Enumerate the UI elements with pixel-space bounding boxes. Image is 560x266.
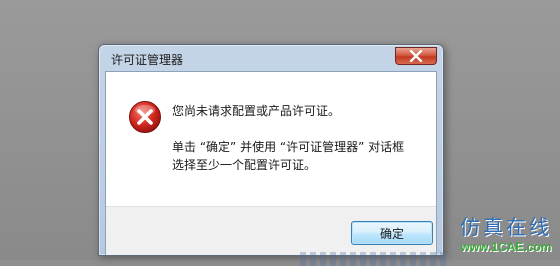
dialog-button-bar: 确定 xyxy=(106,206,436,255)
license-manager-dialog: 许可证管理器 您尚未请求配置或产品许可证。 单击 “确定” 并使用 “许可证管理… xyxy=(98,44,444,256)
message-line-3: 选择至少一个配置许可证。 xyxy=(172,158,317,172)
dialog-content: 您尚未请求配置或产品许可证。 单击 “确定” 并使用 “许可证管理器” 对话框 … xyxy=(106,72,436,206)
watermark-site-url: www.1CAE.com xyxy=(460,240,552,254)
ok-button[interactable]: 确定 xyxy=(351,221,433,245)
dialog-title: 许可证管理器 xyxy=(111,53,184,67)
watermark-logo: 仿真在线 www.1CAE.com xyxy=(460,211,552,254)
dialog-client-area: 您尚未请求配置或产品许可证。 单击 “确定” 并使用 “许可证管理器” 对话框 … xyxy=(105,71,437,255)
message-primary: 您尚未请求配置或产品许可证。 xyxy=(172,104,341,118)
dialog-title-bar[interactable]: 许可证管理器 xyxy=(99,45,443,71)
watermark-strip xyxy=(300,252,450,266)
close-icon xyxy=(409,50,423,62)
error-icon xyxy=(129,101,161,133)
watermark-site-name: 仿真在线 xyxy=(460,215,552,239)
message-line-2: 单击 “确定” 并使用 “许可证管理器” 对话框 xyxy=(172,140,405,154)
close-button[interactable] xyxy=(395,47,437,65)
